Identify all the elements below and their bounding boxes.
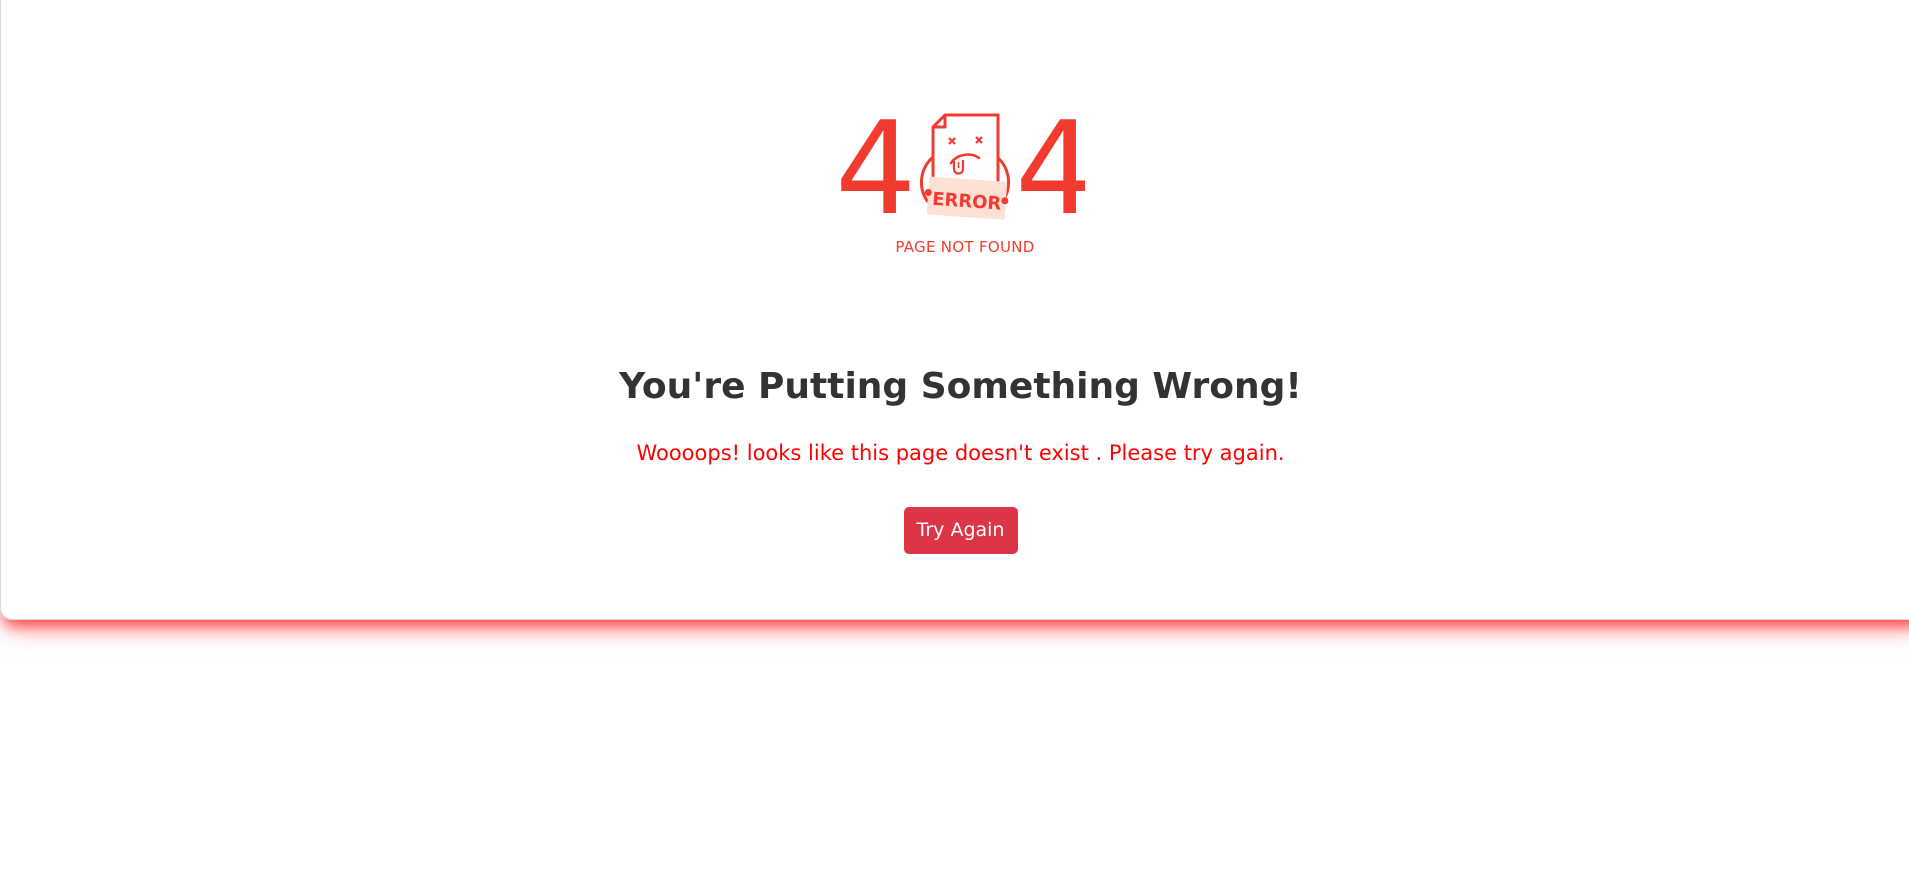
try-again-button[interactable]: Try Again	[903, 507, 1018, 554]
right-digit-4: 4	[1015, 107, 1085, 244]
page-title: You're Putting Something Wrong!	[619, 366, 1302, 407]
error-badge: ERROR	[924, 176, 1009, 220]
error-message: Woooops! looks like this page doesn't ex…	[636, 441, 1285, 465]
error-card: 4 4 ERROR PAGE NOT FOUND You're Putting …	[0, 0, 1909, 620]
button-container: Try Again	[1, 507, 1909, 554]
page-not-found-caption: PAGE NOT FOUND	[895, 238, 1035, 256]
left-digit-4: 4	[835, 107, 916, 244]
